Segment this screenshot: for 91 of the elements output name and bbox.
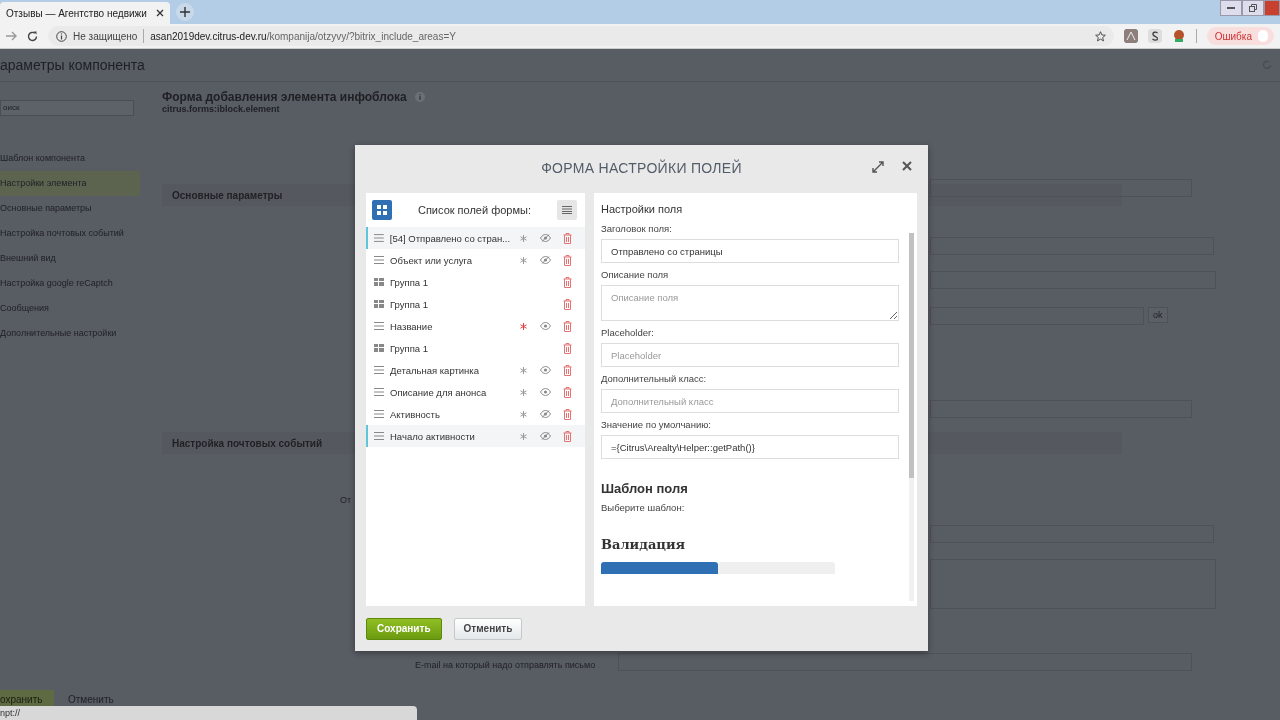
field-label: Заголовок поля: (601, 223, 673, 234)
cancel-button[interactable]: Отменить (453, 617, 523, 640)
list-view-button[interactable] (557, 200, 577, 220)
trash-icon[interactable] (562, 232, 572, 244)
asterisk-icon[interactable] (519, 432, 527, 440)
scrollbar[interactable] (909, 233, 914, 601)
minimize-button[interactable] (1220, 0, 1242, 16)
modal-title: ФОРМА НАСТРОЙКИ ПОЛЕЙ (541, 160, 742, 176)
trash-icon[interactable] (562, 342, 572, 354)
field-list-item[interactable]: [54] Отправлено со стран... (366, 227, 585, 249)
field-list-item[interactable]: Группа 1 (366, 337, 585, 359)
pdf-extension-icon[interactable] (1123, 29, 1138, 43)
asterisk-icon[interactable] (519, 322, 527, 330)
trash-icon[interactable] (562, 386, 572, 398)
forward-arrow-icon[interactable] (6, 31, 17, 41)
asterisk-icon[interactable] (519, 388, 527, 396)
trash-icon[interactable] (562, 408, 572, 420)
info-icon[interactable] (414, 92, 425, 102)
field-label: Значение по умолчанию: (601, 419, 712, 430)
field-label: Placeholder: (601, 327, 655, 338)
eye-slash-icon[interactable] (539, 432, 551, 440)
field-list-item[interactable]: Группа 1 (366, 271, 585, 293)
eye-icon[interactable] (539, 388, 551, 396)
restore-icon (1249, 4, 1257, 12)
restore-button[interactable] (1242, 0, 1264, 16)
minimize-icon (1227, 6, 1235, 10)
drag-handle-icon[interactable] (374, 234, 384, 242)
component-code: citrus.forms:iblock.element (162, 104, 281, 114)
grid-icon[interactable] (374, 278, 384, 286)
asterisk-icon[interactable] (519, 366, 527, 374)
asterisk-icon[interactable] (519, 256, 527, 264)
reload-icon[interactable] (27, 30, 38, 42)
star-icon[interactable] (1094, 30, 1106, 42)
eye-slash-icon[interactable] (539, 410, 551, 418)
component-title: Форма добавления элемента инфоблока (162, 90, 407, 104)
drag-handle-icon[interactable] (374, 388, 384, 396)
list-title: Список полей формы: (417, 204, 531, 216)
profile-button[interactable]: Ошибка (1206, 27, 1274, 45)
trash-icon[interactable] (562, 254, 572, 266)
grid-icon[interactable] (374, 300, 384, 308)
close-icon[interactable] (156, 9, 164, 17)
grid-icon (377, 205, 387, 215)
asterisk-icon[interactable] (520, 234, 528, 242)
url-text[interactable]: asan2019dev.citrus-dev.ru/kompanija/otzyvy/?bitrix_include_areas=Y (150, 30, 456, 42)
search-field[interactable]: оиск (0, 99, 134, 116)
browser-tab[interactable]: Отзывы — Агентство недвижи (0, 2, 170, 24)
new-tab-button[interactable] (176, 3, 194, 21)
section-heading: Шаблон поля (601, 481, 689, 496)
info-icon[interactable] (56, 30, 67, 42)
grid-icon[interactable] (374, 344, 384, 352)
field-list-item[interactable]: Начало активности (366, 425, 585, 447)
list-icon (562, 206, 572, 214)
eye-icon[interactable] (539, 366, 551, 374)
input-field[interactable]: Отправлено со страницы (601, 239, 899, 263)
eye-icon[interactable] (539, 322, 551, 330)
field-list-item[interactable]: Активность (366, 403, 585, 425)
window-close-button[interactable] (1264, 0, 1280, 16)
status-bar: npt:// (0, 706, 417, 720)
field-list-item[interactable]: Группа 1 (366, 293, 585, 315)
eye-slash-icon[interactable] (540, 234, 552, 242)
trash-icon[interactable] (562, 298, 572, 310)
drag-handle-icon[interactable] (374, 256, 384, 264)
field-list-item[interactable]: Название (366, 315, 585, 337)
trash-icon[interactable] (562, 430, 572, 442)
grid-view-button[interactable] (372, 200, 392, 220)
page-title: араметры компонента (0, 57, 145, 73)
plus-icon (180, 7, 190, 17)
eye-slash-icon[interactable] (539, 256, 551, 264)
field-list-item[interactable]: Описание для анонса (366, 381, 585, 403)
trash-icon[interactable] (562, 320, 572, 332)
drag-handle-icon[interactable] (374, 322, 384, 330)
field-list-item[interactable]: Объект или услуга (366, 249, 585, 271)
trash-icon[interactable] (562, 364, 572, 376)
drag-handle-icon[interactable] (374, 410, 384, 418)
input-field[interactable] (618, 653, 1192, 671)
extension-icon[interactable] (1147, 29, 1162, 43)
mascot-extension-icon[interactable] (1171, 29, 1186, 43)
field-label: Выберите шаблон: (601, 502, 686, 513)
asterisk-icon[interactable] (519, 410, 527, 418)
field-label: Описание поля (601, 269, 670, 280)
drag-handle-icon[interactable] (374, 432, 384, 440)
expand-icon[interactable] (872, 161, 884, 173)
field-list-item[interactable]: Детальная картинка (366, 359, 585, 381)
settings-title: Настройки поля (601, 203, 684, 215)
section-heading: Валидация (601, 537, 687, 552)
field-label: Дополнительный класс: (601, 373, 708, 384)
trash-icon[interactable] (562, 276, 572, 288)
close-icon[interactable] (902, 161, 912, 171)
drag-handle-icon[interactable] (374, 366, 384, 374)
security-label: Не защищено (73, 30, 138, 42)
input-field[interactable]: ={Citrus\Arealty\Helper::getPath()} (601, 435, 899, 459)
